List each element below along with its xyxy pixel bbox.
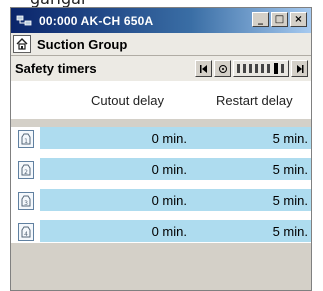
maximize-icon: □ — [274, 14, 285, 25]
section-bar: Safety timers — [11, 56, 311, 81]
header-restart-delay: Restart delay — [216, 92, 293, 108]
table-row[interactable]: 2 0 min. 5 min. — [11, 158, 311, 181]
window-title: 00:000 AK-CH 650A — [39, 13, 154, 28]
compressor-icon[interactable]: 3 — [18, 191, 34, 210]
restart-value[interactable]: 5 min. — [273, 224, 308, 239]
cutout-value[interactable]: 0 min. — [152, 131, 187, 146]
next-page-button[interactable] — [291, 60, 308, 77]
close-button[interactable]: × — [290, 12, 307, 27]
table-row[interactable]: 3 0 min. 5 min. — [11, 189, 311, 212]
page-slider[interactable] — [233, 60, 289, 77]
compressor-icon[interactable]: 4 — [18, 222, 34, 241]
header-cutout-delay: Cutout delay — [91, 92, 164, 108]
cutout-value[interactable]: 0 min. — [152, 224, 187, 239]
title-bar[interactable]: 00:000 AK-CH 650A _ □ × — [11, 8, 311, 33]
reset-icon — [218, 64, 227, 73]
network-icon — [15, 13, 33, 29]
first-page-button[interactable] — [195, 60, 212, 77]
next-page-icon — [296, 64, 303, 73]
row-icon-number: 4 — [24, 231, 28, 238]
minimize-icon: _ — [258, 14, 263, 25]
minimize-button[interactable]: _ — [252, 12, 269, 27]
home-icon[interactable] — [13, 35, 31, 53]
restart-value[interactable]: 5 min. — [273, 131, 308, 146]
restart-value[interactable]: 5 min. — [273, 162, 308, 177]
table-row[interactable]: 4 0 min. 5 min. — [11, 220, 311, 243]
compressor-icon[interactable]: 1 — [18, 129, 34, 148]
reset-button[interactable] — [214, 60, 231, 77]
row-icon-number: 1 — [24, 138, 28, 145]
pager — [195, 60, 308, 77]
maximize-button[interactable]: □ — [271, 12, 288, 27]
cutout-value[interactable]: 0 min. — [152, 193, 187, 208]
close-icon: × — [294, 14, 303, 25]
column-headers: Cutout delay Restart delay — [11, 81, 311, 119]
timer-rows: 1 0 min. 5 min. 2 0 min. 5 min. 3 0 min.… — [11, 127, 311, 243]
cutout-value[interactable]: 0 min. — [152, 162, 187, 177]
group-bar: Suction Group — [11, 33, 311, 56]
cropped-top-text: garigar — [30, 0, 88, 7]
restart-value[interactable]: 5 min. — [273, 193, 308, 208]
compressor-icon[interactable]: 2 — [18, 160, 34, 179]
slider-icon — [237, 63, 284, 74]
row-icon-number: 2 — [24, 169, 28, 176]
table-row[interactable]: 1 0 min. 5 min. — [11, 127, 311, 150]
first-page-icon — [199, 64, 207, 73]
group-title: Suction Group — [37, 36, 128, 52]
section-title: Safety timers — [15, 61, 97, 76]
app-window: 00:000 AK-CH 650A _ □ × Suction Group Sa… — [10, 7, 312, 291]
row-icon-number: 3 — [24, 200, 28, 207]
